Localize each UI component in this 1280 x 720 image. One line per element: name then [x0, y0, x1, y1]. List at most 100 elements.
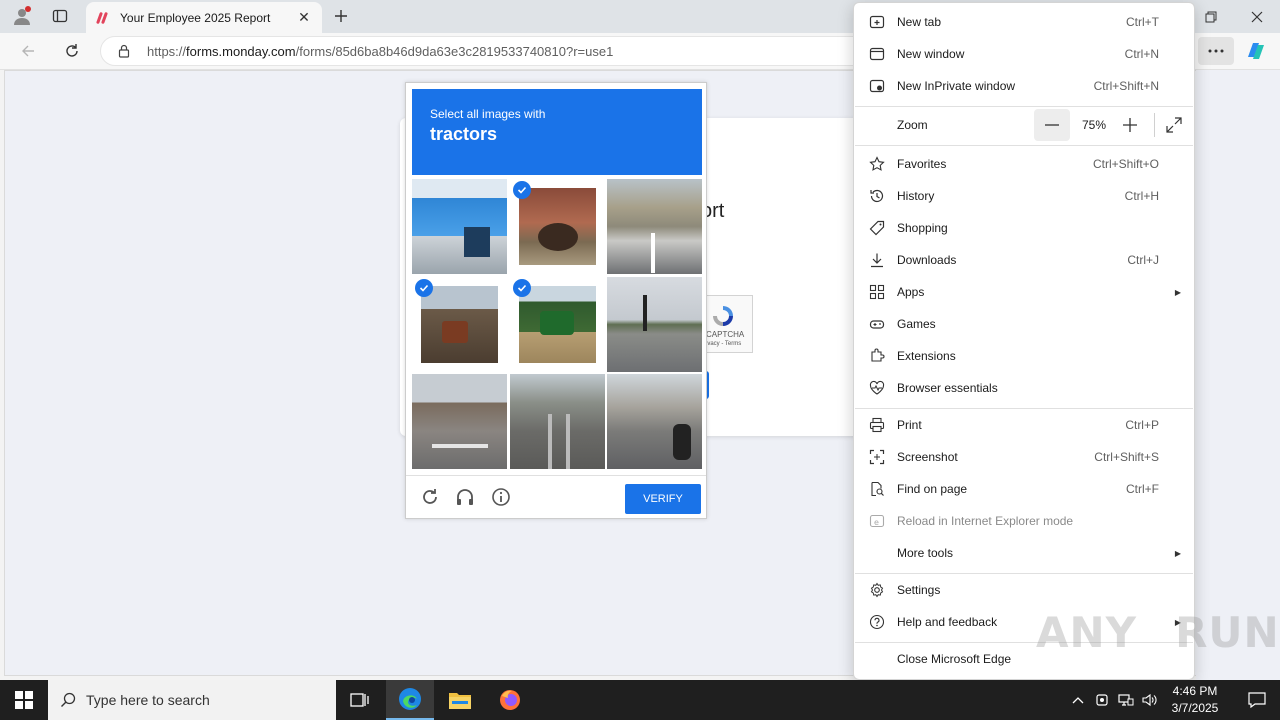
captcha-tile-tractor[interactable]: [510, 179, 605, 274]
inprivate-icon: [867, 76, 887, 96]
tab-actions-icon[interactable]: [46, 4, 74, 28]
captcha-footer: VERIFY: [406, 475, 706, 519]
captcha-challenge: Select all images with tractors VERIFY: [405, 82, 707, 519]
captcha-tile-tram-tracks[interactable]: [510, 374, 605, 469]
screenshot-icon: [867, 447, 887, 467]
settings-menu: New tab Ctrl+T New window Ctrl+N New InP…: [853, 2, 1195, 680]
zoom-in-button[interactable]: [1112, 109, 1148, 141]
headphones-icon[interactable]: [454, 486, 476, 508]
zoom-out-button[interactable]: [1034, 109, 1070, 141]
profile-icon[interactable]: [8, 4, 36, 28]
captcha-tile-tractor[interactable]: [412, 277, 507, 372]
zoom-label: Zoom: [897, 118, 928, 132]
selected-check-icon: [513, 279, 531, 297]
games-icon: [867, 314, 887, 334]
download-icon: [867, 250, 887, 270]
menu-item-games[interactable]: Games: [855, 308, 1193, 340]
chevron-up-icon[interactable]: [1068, 690, 1088, 710]
settings-and-more-button[interactable]: [1198, 37, 1234, 65]
copilot-icon[interactable]: [1244, 39, 1268, 63]
heart-pulse-icon: [867, 378, 887, 398]
menu-item-shopping[interactable]: Shopping: [855, 212, 1193, 244]
menu-item-browser-essentials[interactable]: Browser essentials: [855, 372, 1193, 404]
lock-icon: [118, 44, 130, 58]
gear-icon: [867, 580, 887, 600]
monday-favicon: [96, 11, 108, 24]
menu-item-print[interactable]: Print Ctrl+P: [855, 409, 1193, 441]
clock-time: 4:46 PM: [1172, 684, 1218, 698]
zoom-divider: [1154, 113, 1155, 137]
history-icon: [867, 186, 887, 206]
taskbar-search[interactable]: Type here to search: [48, 680, 336, 720]
fullscreen-icon[interactable]: [1160, 109, 1188, 141]
task-view-icon[interactable]: [336, 680, 384, 720]
volume-icon[interactable]: [1140, 690, 1160, 710]
anyrun-watermark: ANY RUN: [1036, 608, 1280, 657]
windows-start-icon[interactable]: [0, 680, 48, 720]
device-icon[interactable]: [1092, 690, 1112, 710]
menu-item-extensions[interactable]: Extensions: [855, 340, 1193, 372]
selected-check-icon: [513, 181, 531, 199]
back-icon[interactable]: [14, 37, 42, 65]
captcha-tile-tractor[interactable]: [510, 277, 605, 372]
info-icon[interactable]: [490, 486, 512, 508]
captcha-instruction: Select all images with: [430, 107, 546, 121]
menu-item-favorites[interactable]: Favorites Ctrl+Shift+O: [855, 148, 1193, 180]
captcha-tile-motorcycles[interactable]: [607, 374, 702, 469]
menu-item-reload-ie-mode: e Reload in Internet Explorer mode: [855, 505, 1193, 537]
submenu-arrow-icon: ▶: [1174, 287, 1181, 297]
ie-icon: e: [867, 511, 887, 531]
print-icon: [867, 415, 887, 435]
reload-icon[interactable]: [419, 486, 441, 508]
captcha-target: tractors: [430, 124, 498, 144]
menu-item-downloads[interactable]: Downloads Ctrl+J: [855, 244, 1193, 276]
recaptcha-label: CAPTCHA: [706, 330, 745, 339]
captcha-tile-intersection[interactable]: [607, 277, 702, 372]
close-window-icon[interactable]: [1234, 0, 1280, 33]
menu-item-new-tab[interactable]: New tab Ctrl+T: [855, 6, 1193, 38]
new-tab-button[interactable]: [328, 4, 354, 28]
menu-item-new-window[interactable]: New window Ctrl+N: [855, 38, 1193, 70]
page-right-edge: [1196, 70, 1280, 680]
menu-divider: [855, 106, 1193, 107]
notification-icon[interactable]: [1234, 680, 1280, 720]
new-tab-icon: [867, 12, 887, 32]
menu-item-screenshot[interactable]: Screenshot Ctrl+Shift+S: [855, 441, 1193, 473]
url-text: https://forms.monday.com/forms/85d6ba8b4…: [147, 43, 614, 59]
captcha-grid: [412, 179, 702, 469]
menu-divider: [855, 145, 1193, 146]
recaptcha-logo-icon: [713, 306, 733, 326]
clock-date: 3/7/2025: [1171, 701, 1219, 715]
taskbar: Type here to search 4:46 PM 3/7/2025: [0, 680, 1280, 720]
svg-text:e: e: [874, 518, 879, 527]
close-tab-icon[interactable]: ✕: [296, 9, 312, 26]
system-clock[interactable]: 4:46 PM 3/7/2025: [1166, 683, 1224, 717]
captcha-tile-street[interactable]: [412, 374, 507, 469]
zoom-value: 75%: [1081, 118, 1107, 132]
menu-item-more-tools[interactable]: More tools ▶: [855, 537, 1193, 569]
selected-check-icon: [415, 279, 433, 297]
address-bar[interactable]: https://forms.monday.com/forms/85d6ba8b4…: [100, 36, 880, 66]
search-icon: [61, 692, 76, 707]
menu-item-apps[interactable]: Apps ▶: [855, 276, 1193, 308]
file-explorer-icon[interactable]: [436, 680, 484, 720]
menu-item-find-on-page[interactable]: Find on page Ctrl+F: [855, 473, 1193, 505]
menu-item-history[interactable]: History Ctrl+H: [855, 180, 1193, 212]
edge-taskbar-icon[interactable]: [386, 680, 434, 720]
network-icon[interactable]: [1116, 690, 1136, 710]
extensions-icon: [867, 346, 887, 366]
firefox-icon[interactable]: [486, 680, 534, 720]
apps-icon: [867, 282, 887, 302]
tab-title: Your Employee 2025 Report: [120, 10, 271, 25]
menu-item-new-inprivate-window[interactable]: New InPrivate window Ctrl+Shift+N: [855, 70, 1193, 102]
star-icon: [867, 154, 887, 174]
refresh-icon[interactable]: [58, 37, 86, 65]
captcha-tile-storefront[interactable]: [412, 179, 507, 274]
captcha-tile-highway[interactable]: [607, 179, 702, 274]
verify-button[interactable]: VERIFY: [625, 484, 701, 514]
new-window-icon: [867, 44, 887, 64]
menu-item-settings[interactable]: Settings: [855, 574, 1193, 606]
recaptcha-terms[interactable]: ivacy - Terms: [706, 341, 741, 347]
captcha-header: Select all images with tractors: [412, 89, 702, 175]
tab-active[interactable]: Your Employee 2025 Report ✕: [86, 2, 322, 33]
